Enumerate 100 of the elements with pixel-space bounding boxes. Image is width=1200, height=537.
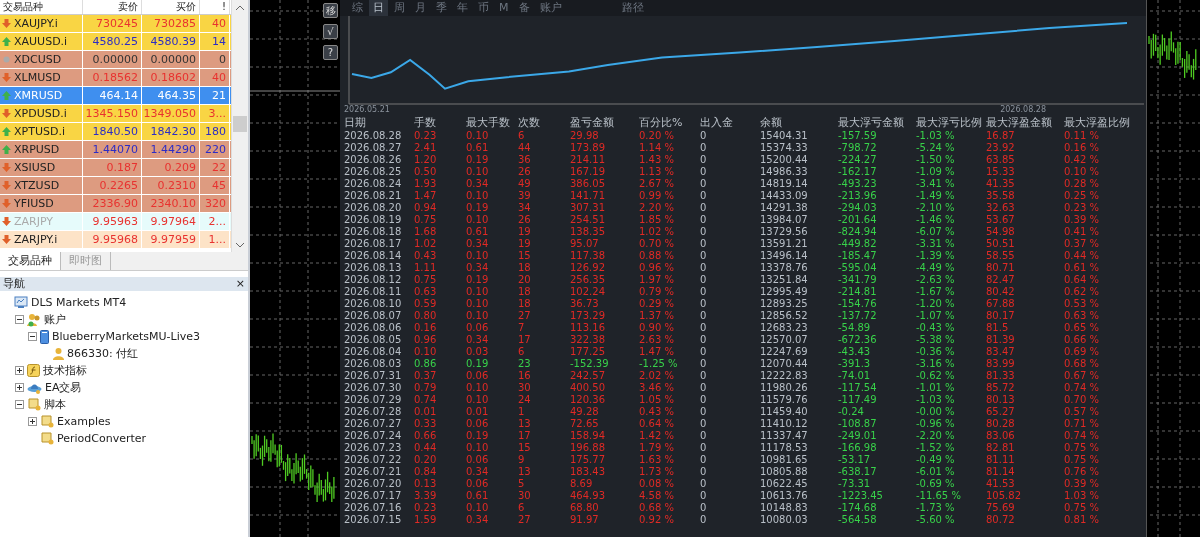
table-cell-text: 13591.21: [760, 238, 809, 250]
table-cell-text: 0.03: [466, 346, 490, 358]
period-tab[interactable]: 月: [411, 0, 430, 16]
period-tab[interactable]: 备: [514, 0, 534, 16]
tree-item[interactable]: 账户: [44, 312, 66, 327]
table-cell-text: 167.19: [570, 166, 606, 178]
table-cell-text: 0.43: [414, 250, 438, 262]
tree-item[interactable]: DLS Markets MT4: [31, 296, 127, 309]
table-cell-text: 18: [518, 262, 532, 274]
chart-button[interactable]: 移: [323, 3, 338, 18]
table-cell-text: 2026.07.24: [344, 430, 403, 442]
table-cell-text: 0.01: [466, 406, 490, 418]
table-cell-text: 196.88: [570, 442, 606, 454]
table-cell-text: 10805.88: [760, 466, 809, 478]
table-cell-text: 0: [700, 406, 708, 418]
symbol-row[interactable]: XDCUSD 0.00000 0.00000 0: [0, 51, 231, 69]
spread-value: 320: [200, 195, 230, 212]
tree-item[interactable]: 脚本: [44, 397, 66, 412]
table-cell-text: 83.47: [986, 346, 1016, 358]
table-cell-text: 464.93: [570, 490, 606, 502]
table-cell-text: 0.10: [466, 190, 490, 202]
expand-icon[interactable]: [15, 383, 24, 392]
collapse-icon[interactable]: [15, 400, 24, 409]
column-header[interactable]: 卖价: [83, 0, 142, 14]
scrollbar[interactable]: [231, 0, 248, 252]
spread-value: 14: [200, 33, 230, 50]
table-cell-text: 0: [700, 454, 708, 466]
table-cell-text: 80.28: [986, 418, 1016, 430]
period-tab[interactable]: 币: [474, 0, 493, 16]
table-cell-text: 1: [518, 406, 526, 418]
table-cell-text: -5.24 %: [916, 142, 956, 154]
tree-item[interactable]: EA交易: [45, 380, 82, 395]
caret-down-icon[interactable]: [236, 242, 244, 248]
table-cell-text: 23.92: [986, 142, 1016, 154]
collapse-icon[interactable]: [15, 315, 24, 324]
period-tab[interactable]: 综: [348, 0, 367, 16]
symbol-row[interactable]: XRPUSD 1.44070 1.44290 220: [0, 141, 231, 159]
tree-item[interactable]: 技术指标: [43, 363, 87, 378]
column-header[interactable]: !: [200, 0, 230, 14]
table-cell-text: 13: [518, 418, 532, 430]
table-cell-text: 12995.49: [760, 286, 809, 298]
table-cell-text: -391.3: [838, 358, 872, 370]
chart-button[interactable]: √: [323, 24, 338, 39]
table-cell-text: -43.43: [838, 346, 872, 358]
table-cell-text: 0: [700, 358, 708, 370]
table-cell-text: 0.79 %: [639, 286, 675, 298]
period-tab[interactable]: 季: [432, 0, 451, 16]
ask-price: 0.209: [142, 159, 200, 176]
table-cell-text: 0: [700, 262, 708, 274]
table-cell-text: -0.24: [838, 406, 865, 418]
table-cell-text: 0.34: [466, 334, 490, 346]
column-header: 手数: [414, 115, 437, 130]
table-cell-text: 0: [700, 226, 708, 238]
table-cell-text: 13984.07: [760, 214, 809, 226]
symbol-row[interactable]: XPTUSD.i 1840.50 1842.30 180: [0, 123, 231, 141]
caret-up-icon[interactable]: [236, 4, 244, 10]
chart-button[interactable]: ?: [323, 45, 338, 60]
table-cell-text: 2026.07.28: [344, 406, 403, 418]
period-tab[interactable]: 路径: [617, 0, 648, 16]
symbol-row[interactable]: ZARJPY.i 9.95968 9.97959 1...: [0, 231, 231, 249]
symbol-row[interactable]: XLMUSD 0.18562 0.18602 40: [0, 69, 231, 87]
collapse-icon[interactable]: [28, 332, 37, 341]
symbol-row[interactable]: XTZUSD 0.2265 0.2310 45: [0, 177, 231, 195]
table-cell-text: 102.24: [570, 286, 606, 298]
close-button[interactable]: ×: [235, 277, 245, 291]
table-cell-text: 68.80: [570, 502, 600, 514]
expand-icon[interactable]: [15, 366, 24, 375]
table-cell-text: 19: [518, 226, 532, 238]
table-cell-text: -1.52 %: [916, 442, 956, 454]
table-cell-text: 1.03 %: [1064, 490, 1100, 502]
table-cell-text: 2026.08.13: [344, 262, 403, 274]
symbol-row[interactable]: YFIUSD 2336.90 2340.10 320: [0, 195, 231, 213]
tree-item[interactable]: Examples: [57, 415, 111, 428]
column-header[interactable]: 交易品种: [0, 0, 83, 14]
tree-item[interactable]: 866330: 付红: [67, 346, 139, 361]
scroll-thumb[interactable]: [233, 116, 247, 132]
table-cell-text: 2026.07.16: [344, 502, 403, 514]
period-tab[interactable]: 年: [453, 0, 472, 16]
symbol-row[interactable]: XAUUSD.i 4580.25 4580.39 14: [0, 33, 231, 51]
symbol-row[interactable]: XAUJPY.i 730245 730285 40: [0, 15, 231, 33]
column-header[interactable]: 买价: [142, 0, 200, 14]
symbol-row[interactable]: XSIUSD 0.187 0.209 22: [0, 159, 231, 177]
period-tab[interactable]: 账户: [535, 0, 566, 16]
table-cell-text: 16: [518, 370, 532, 382]
table-cell-text: 0.75 %: [1064, 454, 1100, 466]
period-tab[interactable]: M: [495, 0, 513, 16]
ask-price: 2340.10: [142, 195, 200, 212]
bid-price: 4580.25: [83, 33, 142, 50]
tree-item[interactable]: PeriodConverter: [57, 432, 147, 445]
tab[interactable]: 交易品种: [0, 252, 61, 270]
symbol-row[interactable]: XPDUSD.i 1345.150 1349.050 3...: [0, 105, 231, 123]
table-cell-text: -0.69 %: [916, 478, 956, 490]
table-cell-text: 0.34: [466, 262, 490, 274]
period-tab[interactable]: 日: [369, 0, 388, 16]
tree-item[interactable]: BlueberryMarketsMU-Live3: [52, 330, 200, 343]
period-tab[interactable]: 周: [390, 0, 409, 16]
expand-icon[interactable]: [28, 417, 37, 426]
table-cell-text: 83.06: [986, 430, 1016, 442]
table-cell-text: 18: [518, 298, 532, 310]
spread-value: 45: [200, 177, 230, 194]
